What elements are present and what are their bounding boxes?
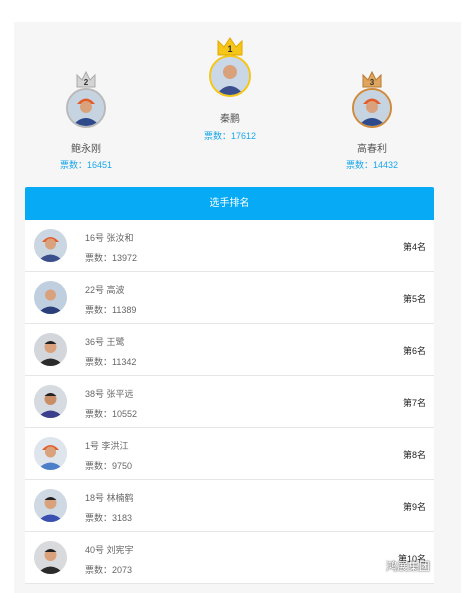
podium-name: 秦鹏 bbox=[220, 114, 240, 125]
silver-crown-icon: 2 bbox=[76, 70, 96, 88]
watermark: 鸿展集团 bbox=[367, 558, 430, 574]
rank-label: 第9名 bbox=[402, 502, 426, 512]
avatar bbox=[34, 437, 67, 470]
avatar bbox=[352, 88, 392, 128]
avatar bbox=[34, 333, 67, 366]
rank-label: 第5名 bbox=[402, 294, 426, 304]
rank-label: 第6名 bbox=[402, 346, 426, 356]
crown-rank-number: 3 bbox=[370, 78, 375, 87]
contestant-name: 18号 林楠鹤 bbox=[85, 493, 134, 503]
rank-label: 第4名 bbox=[402, 242, 426, 252]
avatar bbox=[34, 229, 67, 262]
vote-count: 票数：11389 bbox=[85, 305, 137, 315]
avatar bbox=[66, 88, 106, 128]
rank-label: 第7名 bbox=[402, 398, 426, 408]
ranking-page: 1 秦鹏 票数：17612 2 鲍永刚 票数：16451 3 高春利 票数：14… bbox=[14, 22, 461, 593]
list-item[interactable]: 1号 李洪江 票数：9750 第8名 bbox=[25, 428, 434, 480]
vote-count: 票数：10552 bbox=[85, 409, 138, 419]
crown-rank-number: 2 bbox=[84, 78, 89, 87]
podium-name: 高春利 bbox=[357, 144, 387, 155]
contestant-name: 40号 刘宪宇 bbox=[85, 545, 134, 555]
list-item[interactable]: 36号 王鹭 票数：11342 第6名 bbox=[25, 324, 434, 376]
vote-count: 票数：3183 bbox=[85, 513, 133, 523]
watermark-text: 鸿展集团 bbox=[386, 561, 430, 573]
podium: 1 秦鹏 票数：17612 2 鲍永刚 票数：16451 3 高春利 票数：14… bbox=[14, 22, 461, 187]
podium-votes: 票数：17612 bbox=[203, 131, 257, 141]
list-item[interactable]: 38号 张平远 票数：10552 第7名 bbox=[25, 376, 434, 428]
avatar bbox=[209, 55, 251, 97]
vote-count: 票数：13972 bbox=[85, 253, 138, 263]
contestant-name: 16号 张汝和 bbox=[85, 233, 134, 243]
wechat-icon bbox=[367, 560, 383, 572]
podium-name: 鲍永刚 bbox=[71, 144, 101, 155]
avatar bbox=[34, 385, 67, 418]
vote-count: 票数：2073 bbox=[85, 565, 133, 575]
contestant-name: 36号 王鹭 bbox=[85, 337, 125, 347]
list-item[interactable]: 22号 高波 票数：11389 第5名 bbox=[25, 272, 434, 324]
ranking-list: 16号 张汝和 票数：13972 第4名 22号 高波 票数：11389 第5名… bbox=[25, 220, 434, 584]
bronze-crown-icon: 3 bbox=[362, 70, 382, 88]
avatar bbox=[34, 281, 67, 314]
vote-count: 票数：9750 bbox=[85, 461, 133, 471]
contestant-name: 22号 高波 bbox=[85, 285, 125, 295]
ranking-header: 选手排名 bbox=[25, 187, 434, 220]
vote-count: 票数：11342 bbox=[85, 357, 137, 367]
podium-votes: 票数：14432 bbox=[345, 160, 399, 170]
rank-label: 第8名 bbox=[402, 450, 426, 460]
avatar bbox=[34, 541, 67, 574]
avatar bbox=[34, 489, 67, 522]
podium-votes: 票数：16451 bbox=[59, 160, 113, 170]
list-item[interactable]: 16号 张汝和 票数：13972 第4名 bbox=[25, 220, 434, 272]
crown-rank-number: 1 bbox=[227, 44, 232, 54]
gold-crown-icon: 1 bbox=[217, 37, 243, 56]
list-item[interactable]: 18号 林楠鹤 票数：3183 第9名 bbox=[25, 480, 434, 532]
contestant-name: 38号 张平远 bbox=[85, 389, 134, 399]
contestant-name: 1号 李洪江 bbox=[85, 441, 129, 451]
